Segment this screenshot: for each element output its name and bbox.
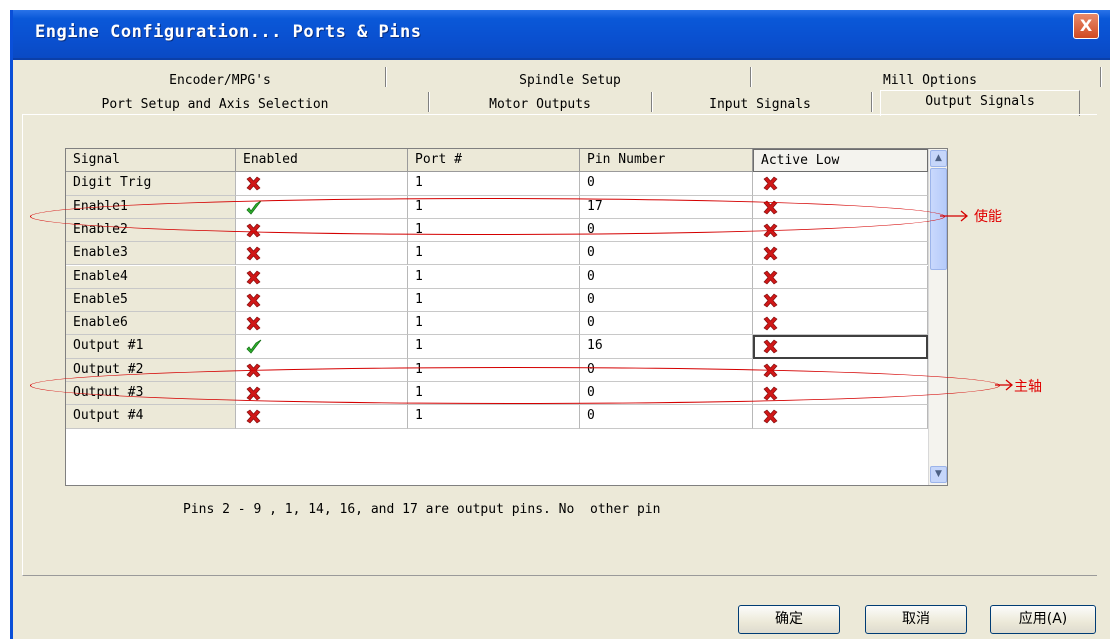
active-low-cell[interactable] — [753, 218, 928, 243]
cancel-button[interactable]: 取消 — [865, 605, 967, 634]
signal-name-cell[interactable]: Enable2 — [66, 218, 236, 243]
chevron-down-icon: ▼ — [935, 469, 942, 479]
signal-name-cell[interactable]: Output #1 — [66, 335, 236, 359]
pin-number-cell[interactable]: 0 — [580, 312, 753, 336]
active-low-cell[interactable] — [753, 288, 928, 313]
tab-divider — [428, 92, 430, 112]
active-low-cell[interactable] — [753, 242, 928, 266]
output-signals-table: Signal Enabled Port # Pin Number Active … — [65, 148, 948, 486]
title-bar[interactable]: Engine Configuration... Ports & Pins — [13, 10, 1110, 60]
tab-divider — [385, 67, 387, 87]
signal-name-cell[interactable]: Output #3 — [66, 382, 236, 406]
enabled-cell[interactable] — [236, 195, 408, 219]
port-cell[interactable]: 1 — [408, 405, 580, 429]
table-row[interactable]: Enable5 1 0 — [66, 288, 928, 313]
enabled-cell[interactable] — [236, 335, 408, 359]
enabled-cell[interactable] — [236, 382, 408, 406]
active-low-cell[interactable] — [753, 312, 928, 336]
table-row[interactable]: Enable3 1 0 — [66, 242, 928, 266]
scroll-up-button[interactable]: ▲ — [930, 150, 947, 167]
enabled-cell[interactable] — [236, 218, 408, 243]
port-cell[interactable]: 1 — [408, 218, 580, 243]
header-port[interactable]: Port # — [408, 149, 580, 173]
close-icon: X — [1079, 16, 1093, 35]
tab-divider — [1100, 67, 1102, 87]
signal-name-cell[interactable]: Output #2 — [66, 358, 236, 382]
pin-number-cell[interactable]: 0 — [580, 288, 753, 313]
pins-note: Pins 2 - 9 , 1, 14, 16, and 17 are outpu… — [183, 502, 661, 517]
tab-encoder-mpg[interactable]: Encoder/MPG's — [100, 70, 340, 94]
pin-number-cell[interactable]: 16 — [580, 335, 753, 359]
apply-button[interactable]: 应用(A) — [990, 605, 1096, 634]
pin-number-cell[interactable]: 0 — [580, 242, 753, 266]
tab-output-signals[interactable]: Output Signals — [880, 90, 1080, 116]
pin-number-cell[interactable]: 0 — [580, 265, 753, 289]
enabled-cell[interactable] — [236, 288, 408, 313]
table-row[interactable]: Enable6 1 0 — [66, 312, 928, 336]
header-signal[interactable]: Signal — [66, 149, 236, 173]
port-cell[interactable]: 1 — [408, 358, 580, 382]
port-cell[interactable]: 1 — [408, 382, 580, 406]
table-row[interactable]: Output #3 1 0 — [66, 382, 928, 406]
pin-number-cell[interactable]: 0 — [580, 358, 753, 382]
header-enabled[interactable]: Enabled — [236, 149, 408, 173]
table-row[interactable]: Enable2 1 0 — [66, 218, 928, 243]
tab-divider — [750, 67, 752, 87]
signal-name-cell[interactable]: Digit Trig — [66, 172, 236, 196]
signal-name-cell[interactable]: Enable6 — [66, 312, 236, 336]
active-low-cell[interactable] — [753, 195, 928, 219]
active-low-cell[interactable] — [753, 172, 928, 196]
table-header-row: Signal Enabled Port # Pin Number Active … — [66, 149, 928, 173]
vertical-scrollbar[interactable]: ▲ ▼ — [928, 149, 947, 485]
tab-divider — [651, 92, 653, 112]
pin-number-cell[interactable]: 0 — [580, 218, 753, 243]
pin-number-cell[interactable]: 17 — [580, 195, 753, 219]
table-row[interactable]: Output #4 1 0 — [66, 405, 928, 429]
annotation-enable-label: 使能 — [974, 209, 1002, 225]
table-row[interactable]: Enable4 1 0 — [66, 265, 928, 289]
port-cell[interactable]: 1 — [408, 288, 580, 313]
signal-name-cell[interactable]: Enable3 — [66, 242, 236, 266]
pin-number-cell[interactable]: 0 — [580, 382, 753, 406]
table-row[interactable]: Output #2 1 0 — [66, 358, 928, 382]
port-cell[interactable]: 1 — [408, 335, 580, 359]
annotation-arrow — [940, 210, 969, 222]
enabled-cell[interactable] — [236, 242, 408, 266]
pin-number-cell[interactable]: 0 — [580, 405, 753, 429]
signal-name-cell[interactable]: Enable4 — [66, 265, 236, 289]
header-pin-number[interactable]: Pin Number — [580, 149, 753, 173]
enabled-cell[interactable] — [236, 312, 408, 336]
window-title: Engine Configuration... Ports & Pins — [35, 22, 422, 42]
signal-name-cell[interactable]: Output #4 — [66, 405, 236, 429]
port-cell[interactable]: 1 — [408, 242, 580, 266]
enabled-cell[interactable] — [236, 172, 408, 196]
active-low-cell[interactable] — [753, 335, 928, 359]
enabled-cell[interactable] — [236, 358, 408, 382]
tab-spindle-setup[interactable]: Spindle Setup — [480, 70, 660, 94]
close-button[interactable]: X — [1073, 13, 1099, 39]
scroll-down-button[interactable]: ▼ — [930, 466, 947, 483]
tab-divider — [871, 92, 873, 112]
enabled-cell[interactable] — [236, 405, 408, 429]
port-cell[interactable]: 1 — [408, 265, 580, 289]
signal-name-cell[interactable]: Enable1 — [66, 195, 236, 219]
table-row[interactable]: Output #1 1 16 — [66, 335, 928, 359]
active-low-cell[interactable] — [753, 358, 928, 382]
table-row[interactable]: Enable1 1 17 — [66, 195, 928, 219]
active-low-cell[interactable] — [753, 382, 928, 406]
active-low-cell[interactable] — [753, 265, 928, 289]
port-cell[interactable]: 1 — [408, 172, 580, 196]
port-cell[interactable]: 1 — [408, 195, 580, 219]
port-cell[interactable]: 1 — [408, 312, 580, 336]
active-low-cell[interactable] — [753, 405, 928, 429]
chevron-up-icon: ▲ — [935, 153, 942, 163]
annotation-arrow — [995, 379, 1014, 391]
header-active-low[interactable]: Active Low — [753, 149, 928, 173]
signal-name-cell[interactable]: Enable5 — [66, 288, 236, 313]
table-row[interactable]: Digit Trig 1 0 — [66, 172, 928, 196]
ok-button[interactable]: 确定 — [738, 605, 840, 634]
pin-number-cell[interactable]: 0 — [580, 172, 753, 196]
enabled-cell[interactable] — [236, 265, 408, 289]
annotation-spindle-label: 主轴 — [1014, 379, 1042, 395]
